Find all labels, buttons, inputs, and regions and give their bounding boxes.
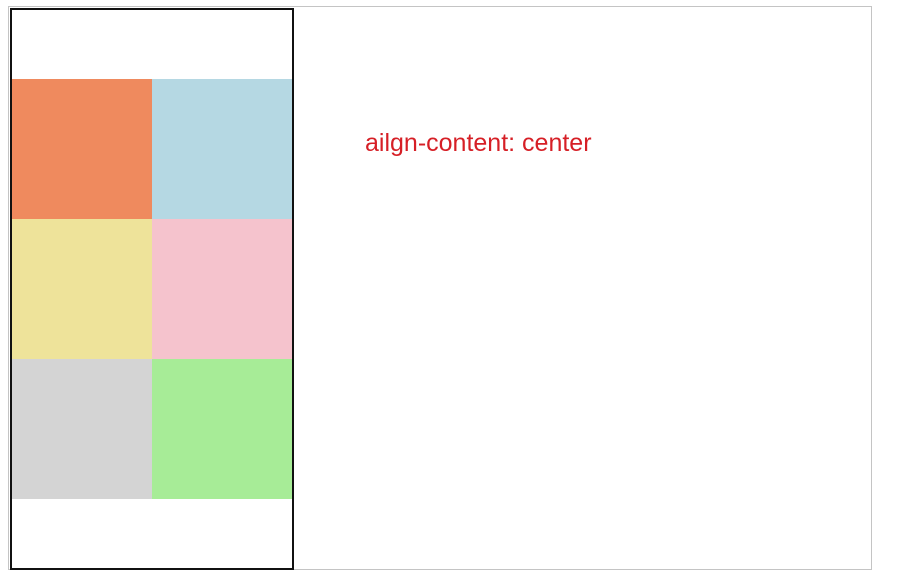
flex-container [10, 8, 294, 570]
flex-item-5 [12, 359, 152, 499]
align-content-caption: ailgn-content: center [365, 129, 592, 157]
flex-item-2 [152, 79, 292, 219]
flex-item-6 [152, 359, 292, 499]
flex-item-1 [12, 79, 152, 219]
flex-item-3 [12, 219, 152, 359]
flex-item-4 [152, 219, 292, 359]
